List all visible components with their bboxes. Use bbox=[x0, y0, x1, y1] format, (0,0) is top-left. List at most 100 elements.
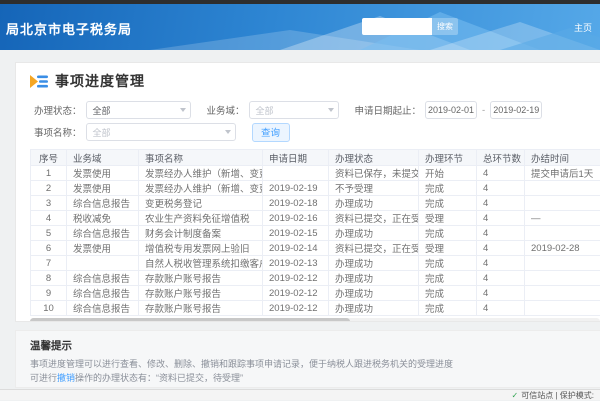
cell-apply-date: 2019-02-12 bbox=[263, 286, 329, 301]
item-name-filter-select[interactable]: 全部 bbox=[86, 123, 236, 141]
cell-total-steps: 4 bbox=[477, 256, 525, 271]
list-arrow-icon bbox=[30, 74, 48, 89]
banner-search: 搜索 bbox=[362, 18, 458, 35]
cell-step: 完成 bbox=[419, 256, 477, 271]
cell-step: 完成 bbox=[419, 271, 477, 286]
cell-item-name: 变更税务登记 bbox=[139, 196, 263, 211]
modify-link[interactable]: 修改 bbox=[57, 387, 75, 388]
col-total-steps: 总环节数 bbox=[477, 150, 525, 166]
col-index: 序号 bbox=[31, 150, 67, 166]
cell-index: 1 bbox=[31, 166, 67, 181]
home-link[interactable]: 主页 bbox=[574, 21, 592, 34]
query-button[interactable]: 查询 bbox=[252, 123, 290, 142]
tips-title: 温馨提示 bbox=[30, 338, 600, 353]
item-name-filter-value: 全部 bbox=[93, 126, 111, 139]
cell-item-name: 发票经办人维护（新增、变更） bbox=[139, 181, 263, 196]
status-filter-value: 全部 bbox=[93, 104, 111, 117]
cell-step: 完成 bbox=[419, 196, 477, 211]
cell-step: 开始 bbox=[419, 166, 477, 181]
domain-filter-select[interactable]: 全部 bbox=[249, 101, 339, 119]
filter-bar: 办理状态： 全部 业务域： 全部 申请日期起止： - 事项名称： 全部 查询 bbox=[16, 97, 600, 143]
tips-line-3: 可进行修改操作的办理状态有：“资料已保存，未提交” “受理不通过，待补齐补正” … bbox=[30, 385, 600, 388]
table-row: 1 发票使用 发票经办人维护（新增、变更） 资料已保存，未提交 开始 4 提交申… bbox=[31, 166, 600, 181]
browser-status-bar: ✓ 可信站点 | 保护模式: bbox=[0, 389, 600, 400]
cell-finish-time bbox=[525, 196, 600, 211]
cell-finish-time: 2019-02-28 bbox=[525, 241, 600, 256]
cell-total-steps: 4 bbox=[477, 166, 525, 181]
cell-index: 6 bbox=[31, 241, 67, 256]
table-row: 7 自然人税收管理系统扣缴客户端中申报密码重置… 2019-02-13 办理成功… bbox=[31, 256, 600, 271]
cell-apply-date: 2019-02-12 bbox=[263, 301, 329, 316]
cell-status: 办理成功 bbox=[329, 286, 419, 301]
cell-item-name: 存款账户账号报告 bbox=[139, 286, 263, 301]
cell-status: 办理成功 bbox=[329, 226, 419, 241]
progress-table-wrap: 序号 业务域 事项名称 申请日期 办理状态 办理环节 总环节数 办结时间 1 发… bbox=[30, 149, 600, 316]
cell-total-steps: 4 bbox=[477, 226, 525, 241]
date-range-label: 申请日期起止： bbox=[355, 103, 422, 117]
progress-management-card: 事项进度管理 办理状态： 全部 业务域： 全部 申请日期起止： - 事项名称： … bbox=[15, 62, 600, 322]
filter-row-2: 事项名称： 全部 查询 bbox=[34, 121, 600, 143]
chevron-down-icon bbox=[180, 108, 186, 112]
cell-business-domain: 发票使用 bbox=[67, 166, 139, 181]
cell-index: 4 bbox=[31, 211, 67, 226]
cell-apply-date: 2019-02-18 bbox=[263, 196, 329, 211]
cell-business-domain: 综合信息报告 bbox=[67, 301, 139, 316]
cell-business-domain: 发票使用 bbox=[67, 241, 139, 256]
cell-step: 完成 bbox=[419, 301, 477, 316]
tips-panel: 温馨提示 事项进度管理可以进行查看、修改、删除、撤销和跟踪事项申请记录，便于纳税… bbox=[15, 330, 600, 388]
cell-apply-date: 2019-02-15 bbox=[263, 226, 329, 241]
status-filter-label: 办理状态： bbox=[34, 103, 82, 117]
scrollbar-thumb[interactable] bbox=[30, 318, 350, 322]
cell-index: 5 bbox=[31, 226, 67, 241]
horizontal-scrollbar[interactable] bbox=[30, 318, 600, 322]
cell-item-name: 发票经办人维护（新增、变更） bbox=[139, 166, 263, 181]
search-button[interactable]: 搜索 bbox=[432, 18, 458, 35]
table-row: 4 税收减免 农业生产资料免征增值税 2019-02-16 资料已提交，正在受理… bbox=[31, 211, 600, 226]
cell-business-domain: 综合信息报告 bbox=[67, 286, 139, 301]
table-header: 序号 业务域 事项名称 申请日期 办理状态 办理环节 总环节数 办结时间 bbox=[31, 150, 600, 166]
cell-apply-date bbox=[263, 166, 329, 181]
col-finish-time: 办结时间 bbox=[525, 150, 600, 166]
status-filter-select[interactable]: 全部 bbox=[86, 101, 191, 119]
cell-finish-time: — bbox=[525, 211, 600, 226]
page-title: 事项进度管理 bbox=[55, 71, 145, 91]
cell-finish-time bbox=[525, 271, 600, 286]
cell-item-name: 农业生产资料免征增值税 bbox=[139, 211, 263, 226]
card-header: 事项进度管理 bbox=[16, 63, 600, 97]
filter-row-1: 办理状态： 全部 业务域： 全部 申请日期起止： - bbox=[34, 99, 600, 121]
cell-apply-date: 2019-02-19 bbox=[263, 181, 329, 196]
cell-apply-date: 2019-02-12 bbox=[263, 271, 329, 286]
check-icon: ✓ bbox=[512, 391, 519, 400]
cell-apply-date: 2019-02-13 bbox=[263, 256, 329, 271]
cell-business-domain bbox=[67, 256, 139, 271]
date-to-input[interactable] bbox=[490, 101, 542, 119]
cell-item-name: 财务会计制度备案 bbox=[139, 226, 263, 241]
trusted-site-label: 可信站点 | 保护模式: bbox=[521, 390, 594, 401]
search-input[interactable] bbox=[362, 18, 432, 35]
table-row: 5 综合信息报告 财务会计制度备案 2019-02-15 办理成功 完成 4 bbox=[31, 226, 600, 241]
cell-step: 完成 bbox=[419, 181, 477, 196]
cell-index: 3 bbox=[31, 196, 67, 211]
cell-step: 受理 bbox=[419, 211, 477, 226]
table-body: 1 发票使用 发票经办人维护（新增、变更） 资料已保存，未提交 开始 4 提交申… bbox=[31, 166, 600, 316]
col-business-domain: 业务域 bbox=[67, 150, 139, 166]
cell-total-steps: 4 bbox=[477, 286, 525, 301]
cell-item-name: 增值税专用发票网上验旧 bbox=[139, 241, 263, 256]
cell-index: 2 bbox=[31, 181, 67, 196]
cell-index: 10 bbox=[31, 301, 67, 316]
domain-filter-value: 全部 bbox=[256, 104, 274, 117]
table-row: 8 综合信息报告 存款账户账号报告 2019-02-12 办理成功 完成 4 bbox=[31, 271, 600, 286]
cell-index: 7 bbox=[31, 256, 67, 271]
cell-status: 不予受理 bbox=[329, 181, 419, 196]
item-name-filter-label: 事项名称： bbox=[34, 125, 82, 139]
date-from-input[interactable] bbox=[425, 101, 477, 119]
cell-step: 完成 bbox=[419, 226, 477, 241]
date-range-separator: - bbox=[482, 105, 485, 116]
cell-finish-time bbox=[525, 226, 600, 241]
cell-business-domain: 综合信息报告 bbox=[67, 196, 139, 211]
table-row: 6 发票使用 增值税专用发票网上验旧 2019-02-14 资料已提交，正在受理… bbox=[31, 241, 600, 256]
site-banner: 局北京市电子税务局 搜索 主页 bbox=[0, 4, 600, 50]
tips-line-2-prefix: 可进行 bbox=[30, 373, 57, 383]
cell-total-steps: 4 bbox=[477, 181, 525, 196]
revoke-link[interactable]: 撤销 bbox=[57, 373, 75, 383]
